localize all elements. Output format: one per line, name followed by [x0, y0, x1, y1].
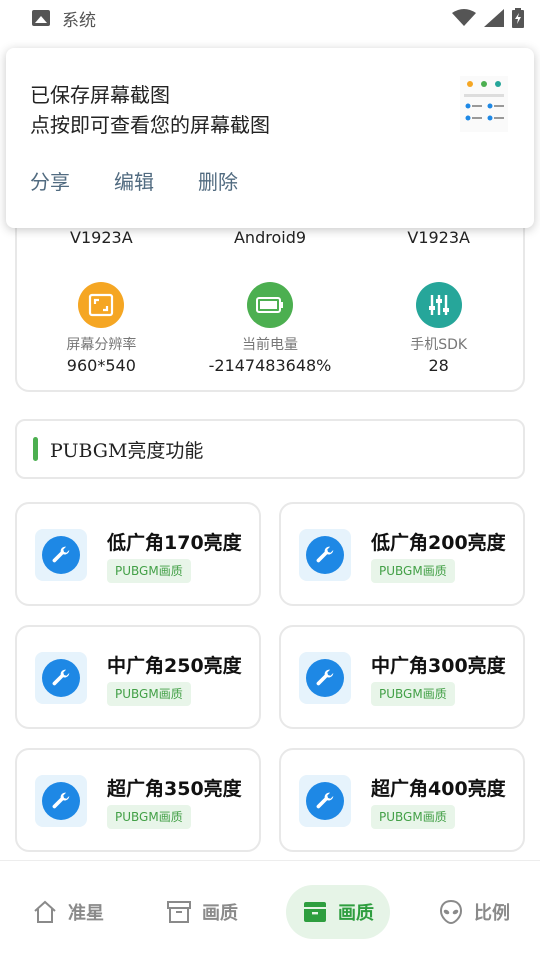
feature-card[interactable]: 超广角400亮度 PUBGM画质: [279, 748, 525, 852]
status-icons: [452, 8, 524, 28]
battery-charging-icon: [512, 8, 524, 28]
feature-tag: PUBGM画质: [107, 559, 191, 583]
nav-item-ratio[interactable]: 比例: [424, 885, 524, 939]
screenshot-notification[interactable]: 已保存屏幕截图 点按即可查看您的屏幕截图 分享 编辑 删除: [6, 48, 534, 228]
nav-item-crosshair[interactable]: 准星: [18, 885, 118, 939]
notification-title: 已保存屏幕截图: [30, 83, 170, 107]
delete-button[interactable]: 删除: [198, 166, 238, 195]
feature-card[interactable]: 低广角170亮度 PUBGM画质: [15, 502, 261, 606]
home-icon: [34, 900, 56, 923]
feature-tag: PUBGM画质: [371, 805, 455, 829]
feature-tag: PUBGM画质: [371, 559, 455, 583]
screenshot-thumbnail[interactable]: [460, 76, 508, 132]
nav-item-quality-active[interactable]: 画质: [286, 885, 390, 939]
bottom-nav: 准星 画质 画质 比例: [0, 860, 540, 960]
nav-item-quality[interactable]: 画质: [152, 885, 252, 939]
feature-name: 中广角300亮度: [371, 655, 506, 677]
wrench-icon: [35, 652, 87, 704]
nav-label: 比例: [474, 903, 510, 924]
wrench-icon: [299, 529, 351, 581]
feature-tag: PUBGM画质: [107, 805, 191, 829]
feature-tag: PUBGM画质: [371, 682, 455, 706]
image-icon: [32, 10, 50, 26]
section-accent-bar: [33, 437, 38, 461]
stat-value: -2147483648%: [208, 356, 332, 375]
stat-sdk: 手机SDK 28: [354, 282, 523, 375]
feature-name: 中广角250亮度: [107, 655, 242, 677]
device-model-2: V1923A: [407, 228, 470, 247]
feature-tag: PUBGM画质: [107, 682, 191, 706]
stat-value: 960*540: [66, 356, 136, 375]
section-title: PUBGM亮度功能: [50, 439, 204, 462]
feature-card[interactable]: 超广角350亮度 PUBGM画质: [15, 748, 261, 852]
sliders-icon: [415, 282, 462, 328]
edit-button[interactable]: 编辑: [114, 166, 154, 195]
stat-resolution: 屏幕分辨率 960*540: [17, 282, 186, 375]
feature-name: 超广角350亮度: [107, 778, 242, 800]
feature-card[interactable]: 中广角300亮度 PUBGM画质: [279, 625, 525, 729]
archive-filled-icon: [304, 902, 326, 922]
android-version: Android9: [233, 228, 307, 247]
stat-battery: 当前电量 -2147483648%: [186, 282, 355, 375]
nav-label: 画质: [202, 903, 238, 924]
section-header: PUBGM亮度功能: [15, 419, 525, 479]
resolution-icon: [78, 282, 125, 328]
wrench-icon: [35, 775, 87, 827]
notification-text: 已保存屏幕截图 点按即可查看您的屏幕截图: [30, 80, 270, 140]
device-stats-row: 屏幕分辨率 960*540 当前电量 -2147483648% 手机SDK 28: [17, 282, 523, 375]
wrench-icon: [35, 529, 87, 581]
wifi-icon: [452, 9, 476, 26]
stat-label: 屏幕分辨率: [66, 337, 137, 353]
wrench-icon: [299, 652, 351, 704]
notification-actions: 分享 编辑 删除: [30, 166, 238, 195]
share-button[interactable]: 分享: [30, 166, 70, 195]
notification-subtitle: 点按即可查看您的屏幕截图: [30, 113, 270, 137]
wrench-icon: [299, 775, 351, 827]
status-app-label: 系统: [62, 10, 96, 31]
signal-icon: [484, 9, 504, 27]
stat-label: 当前电量: [242, 337, 298, 353]
nav-label: 画质: [338, 903, 374, 924]
status-bar: 系统: [0, 0, 540, 36]
device-top-row: V1923A Android9 V1923A: [17, 228, 523, 247]
feature-name: 低广角170亮度: [107, 532, 242, 554]
nav-label: 准星: [68, 903, 104, 924]
feature-card[interactable]: 低广角200亮度 PUBGM画质: [279, 502, 525, 606]
feature-card[interactable]: 中广角250亮度 PUBGM画质: [15, 625, 261, 729]
device-model: V1923A: [70, 228, 133, 247]
battery-icon: [247, 282, 293, 328]
feature-name: 低广角200亮度: [371, 532, 506, 554]
archive-icon: [167, 901, 191, 923]
alien-icon: [439, 899, 463, 925]
feature-name: 超广角400亮度: [371, 778, 506, 800]
stat-value: 28: [428, 356, 449, 375]
stat-label: 手机SDK: [410, 337, 468, 353]
